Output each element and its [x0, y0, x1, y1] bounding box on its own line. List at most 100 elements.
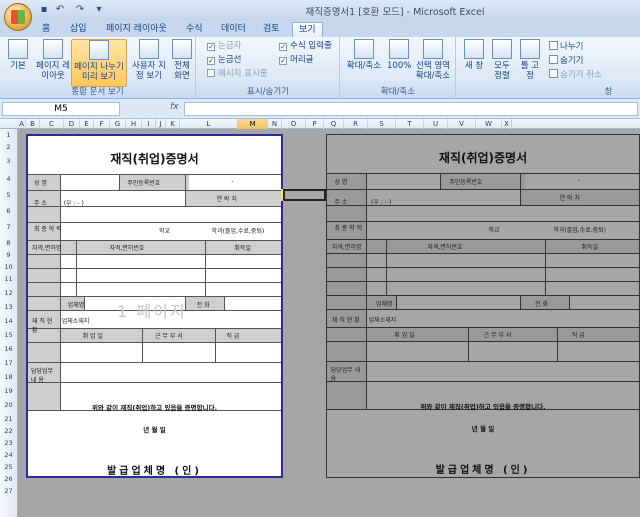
row-header-11[interactable]: 11: [0, 275, 17, 283]
office-logo-icon: [11, 10, 25, 24]
grid-line: [569, 295, 571, 309]
page-layout-view-button[interactable]: 페이지 레이아웃: [36, 39, 70, 81]
worksheet[interactable]: ABCDEFGHIJKLMNOPQRSTUVWX 1 2 3 4 5 6 7 8 9 10 11 12…: [0, 119, 640, 517]
column-header-s[interactable]: S: [368, 119, 396, 129]
row-header-9[interactable]: 9: [0, 251, 17, 259]
tab-data[interactable]: 데이터: [215, 22, 252, 37]
row-header-14[interactable]: 14: [0, 317, 17, 325]
column-header-o[interactable]: O: [282, 119, 306, 129]
ruler-checkbox[interactable]: ✓ 눈금자: [207, 41, 241, 52]
column-header-j[interactable]: J: [156, 119, 166, 129]
column-header-m[interactable]: M: [238, 119, 268, 129]
grid-line: [520, 173, 522, 189]
custom-views-button[interactable]: 사용자 지정 보기: [131, 39, 167, 81]
row-header-27[interactable]: 27: [0, 487, 17, 495]
active-cell[interactable]: [283, 189, 326, 201]
column-header-t[interactable]: T: [396, 119, 424, 129]
new-window-button[interactable]: 새 창: [461, 39, 487, 71]
row-header-17[interactable]: 17: [0, 359, 17, 367]
column-header-e[interactable]: E: [80, 119, 94, 129]
row-header-1[interactable]: 1: [0, 131, 17, 139]
column-header-h[interactable]: H: [126, 119, 142, 129]
page-break-preview-button[interactable]: 페이지 나누기 미리 보기: [71, 39, 127, 87]
split-button[interactable]: 나누기: [549, 41, 583, 53]
row-header-12[interactable]: 12: [0, 289, 17, 297]
row-header-16[interactable]: 16: [0, 345, 17, 353]
tab-page-layout[interactable]: 페이지 레이아웃: [100, 22, 173, 37]
row-header-20[interactable]: 20: [0, 401, 17, 409]
column-header-g[interactable]: G: [110, 119, 126, 129]
tab-review[interactable]: 검토: [257, 22, 286, 37]
column-header-c[interactable]: C: [40, 119, 64, 129]
row-header-3[interactable]: 3: [0, 157, 17, 165]
issuer-name: 발급업체명 (인): [107, 466, 202, 477]
column-header-v[interactable]: V: [448, 119, 476, 129]
column-headers: ABCDEFGHIJKLMNOPQRSTUVWX: [0, 119, 640, 129]
hide-button[interactable]: 숨기기: [549, 55, 583, 67]
grid-line: [204, 240, 206, 296]
fx-icon[interactable]: fx: [170, 102, 179, 112]
acquired-label: 취득일: [234, 245, 251, 252]
column-header-a[interactable]: A: [18, 119, 26, 129]
checkbox-icon: ✓: [207, 43, 215, 51]
zoom-button[interactable]: 확대/축소: [345, 39, 383, 71]
gridlines-checkbox[interactable]: ✓ 눈금선: [207, 55, 241, 66]
row-header-24[interactable]: 24: [0, 451, 17, 459]
grid-line: [366, 173, 368, 409]
row-header-18[interactable]: 18: [0, 373, 17, 381]
row-header-25[interactable]: 25: [0, 463, 17, 471]
freeze-panes-button[interactable]: 틀 고정: [517, 39, 543, 81]
row-header-15[interactable]: 15: [0, 331, 17, 339]
row-header-8[interactable]: 8: [0, 239, 17, 247]
row-header-5[interactable]: 5: [0, 191, 17, 199]
tab-view[interactable]: 보기: [292, 22, 323, 37]
row-header-19[interactable]: 19: [0, 387, 17, 395]
tab-formulas[interactable]: 수식: [180, 22, 209, 37]
row-header-10[interactable]: 10: [0, 263, 17, 271]
column-header-w[interactable]: W: [476, 119, 502, 129]
row-header-26[interactable]: 26: [0, 475, 17, 483]
grid-line: [520, 189, 522, 205]
grid-line: [327, 221, 639, 222]
column-header-x[interactable]: X: [502, 119, 512, 129]
message-bar-checkbox[interactable]: 메시지 표시줄: [207, 69, 268, 80]
tab-insert[interactable]: 삽입: [64, 22, 93, 37]
column-header-d[interactable]: D: [64, 119, 80, 129]
column-header-q[interactable]: Q: [324, 119, 344, 129]
column-header-i[interactable]: I: [142, 119, 156, 129]
column-header-n[interactable]: N: [268, 119, 282, 129]
row-header-7[interactable]: 7: [0, 223, 17, 231]
row-header-13[interactable]: 13: [0, 303, 17, 311]
column-header-u[interactable]: U: [424, 119, 448, 129]
row-header-6[interactable]: 6: [0, 207, 17, 215]
row-header-4[interactable]: 4: [0, 175, 17, 183]
formula-bar-checkbox[interactable]: ✓ 수식 입력줄: [279, 41, 332, 52]
column-header-l[interactable]: L: [180, 119, 238, 129]
column-header-f[interactable]: F: [94, 119, 110, 129]
name-box[interactable]: M5: [2, 102, 120, 116]
zoom-100-button[interactable]: 100%: [387, 39, 411, 71]
row-header-21[interactable]: 21: [0, 415, 17, 423]
unhide-button[interactable]: 숨기기 취소: [549, 69, 602, 81]
office-button[interactable]: [4, 3, 32, 31]
grid-line: [119, 174, 121, 190]
column-header-k[interactable]: K: [166, 119, 180, 129]
formula-input[interactable]: [184, 102, 638, 116]
position-label: 직 급: [226, 333, 240, 340]
phone-label: 연 락 처: [216, 196, 237, 203]
row-header-2[interactable]: 2: [0, 143, 17, 151]
normal-view-button[interactable]: 기본: [4, 39, 32, 71]
row-header-22[interactable]: 22: [0, 427, 17, 435]
arrange-all-button[interactable]: 모두 정렬: [489, 39, 515, 81]
position-label: 직 급: [571, 332, 585, 339]
headings-checkbox[interactable]: ✓ 머리글: [279, 55, 313, 66]
column-header-b[interactable]: B: [26, 119, 40, 129]
tab-home[interactable]: 홈: [36, 22, 56, 37]
column-header-r[interactable]: R: [344, 119, 368, 129]
zoom-selection-button[interactable]: 선택 영역 확대/축소: [413, 39, 453, 81]
dept-label: 근 무 부 서: [154, 333, 183, 340]
column-header-p[interactable]: P: [306, 119, 324, 129]
full-screen-button[interactable]: 전체 화면: [169, 39, 195, 81]
row-header-23[interactable]: 23: [0, 439, 17, 447]
phone-label: 연 락 처: [559, 195, 580, 202]
